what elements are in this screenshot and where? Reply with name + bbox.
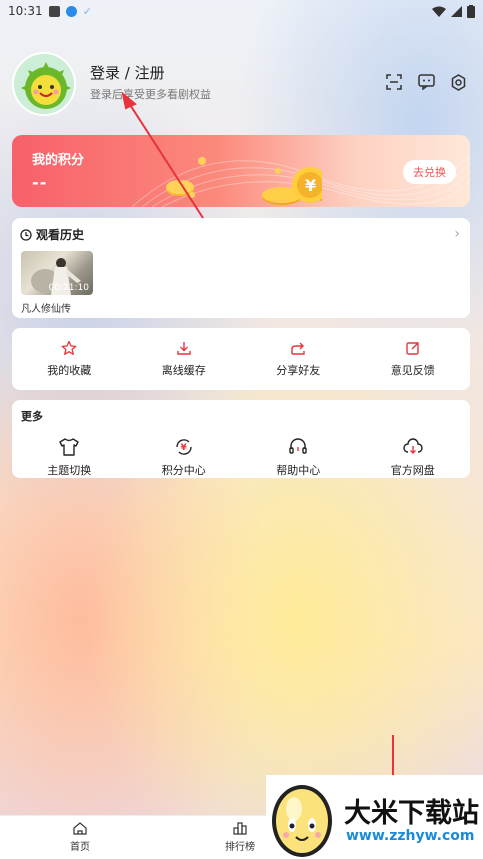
share-friends-label: 分享好友 [276,364,321,377]
battery-icon [467,4,475,18]
points-card[interactable]: ¥ 我的积分 -- 去兑换 [12,135,470,207]
official-cloud-button[interactable]: 官方网盘 [356,426,471,478]
redeem-button[interactable]: 去兑换 [403,160,456,184]
favorites-label: 我的收藏 [47,364,92,377]
download-icon [177,342,191,355]
theme-switch-button[interactable]: 主题切换 [12,426,127,478]
watch-history-title: 观看历史 [36,228,85,242]
points-center-label: 积分中心 [161,464,206,477]
cloud-download-icon [403,438,423,454]
points-center-button[interactable]: ¥ 积分中心 [127,426,242,478]
wifi-icon [432,6,446,17]
share-friends-button[interactable]: 分享好友 [241,328,356,390]
nav-ranking-label: 排行榜 [225,842,255,853]
more-card: 更多 主题切换 ¥ 积分中心 帮助中心 官方网盘 [12,400,470,478]
message-icon[interactable] [416,72,436,92]
history-thumbnail[interactable]: 00:21:10 [21,251,93,295]
feedback-label: 意见反馈 [390,364,435,377]
theme-switch-label: 主题切换 [47,464,92,477]
history-title[interactable]: 凡人修仙传 [21,300,71,315]
points-title: 我的积分 [32,153,85,168]
offline-cache-button[interactable]: 离线缓存 [127,328,242,390]
headset-icon [289,438,307,454]
svg-text:¥: ¥ [305,176,316,195]
status-bar: 10:31 ✓ [0,0,483,22]
login-subtitle: 登录后享受更多看剧权益 [90,88,211,101]
download-notification-icon [65,5,77,17]
star-icon [61,340,77,355]
quick-actions-card: 我的收藏 离线缓存 分享好友 意见反馈 [12,328,470,390]
site-watermark: 大米下载站 www.zzhyw.com [266,775,483,859]
rice-mascot-logo [272,785,332,857]
login-register-link[interactable]: 登录 / 注册 [90,62,165,83]
favorites-button[interactable]: 我的收藏 [12,328,127,390]
durian-mascot-icon [14,54,74,114]
home-icon [73,822,87,835]
offline-cache-label: 离线缓存 [161,364,206,377]
share-icon [291,342,305,355]
svg-text:¥: ¥ [180,443,187,453]
yen-refresh-icon: ¥ [176,439,192,455]
ranking-icon [233,822,247,835]
watch-history-card: 观看历史 › 00:21:10 凡人修仙传 [12,218,470,318]
feedback-icon [406,342,419,355]
help-center-button[interactable]: 帮助中心 [241,426,356,478]
chevron-right-icon[interactable]: › [454,226,460,242]
watermark-url: www.zzhyw.com [346,828,475,844]
nav-home-label: 首页 [70,842,90,853]
avatar[interactable] [12,52,76,116]
status-time: 10:31 [8,4,43,18]
gold-coins-icon: ¥ [166,157,322,205]
clock-icon [20,228,32,241]
watermark-title: 大米下载站 [344,798,479,829]
profile-header: 登录 / 注册 登录后享受更多看剧权益 [12,50,472,120]
tshirt-icon [59,438,79,456]
history-timestamp: 00:21:10 [48,283,89,293]
more-title: 更多 [21,410,43,423]
feedback-button[interactable]: 意见反馈 [356,328,471,390]
help-center-label: 帮助中心 [276,464,321,477]
settings-icon[interactable] [448,72,468,92]
scan-icon[interactable] [384,72,404,92]
points-value: -- [32,173,48,192]
watch-history-header[interactable]: 观看历史 [20,226,84,243]
check-notification-icon: ✓ [82,4,92,18]
nav-home[interactable]: 首页 [0,816,160,859]
official-cloud-label: 官方网盘 [390,464,435,477]
signal-icon [451,5,462,17]
app-notification-icon [48,5,60,17]
